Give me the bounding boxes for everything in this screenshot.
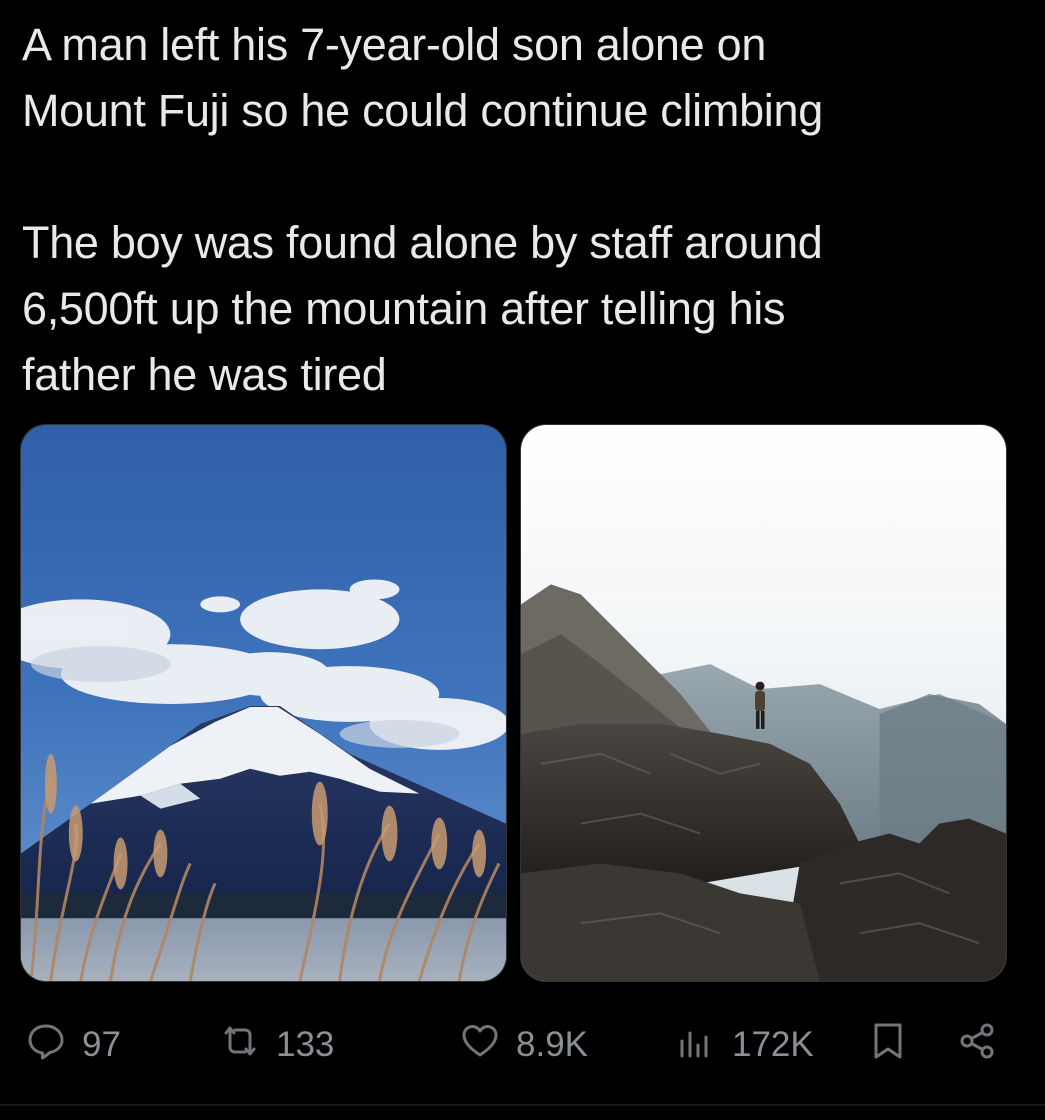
retweet-button[interactable]: 133 [218,1010,334,1080]
views-button[interactable]: 172K [674,1010,814,1080]
retweet-count: 133 [276,1025,335,1064]
tweet-text-line: father he was tired [22,349,387,400]
retweet-icon [218,1019,262,1072]
reply-count: 97 [82,1025,121,1064]
heart-icon [458,1019,502,1072]
reply-button[interactable]: 97 [24,1010,121,1080]
like-count: 8.9K [516,1025,588,1064]
tweet-text-line: Mount Fuji so he could continue climbing [22,85,823,136]
like-button[interactable]: 8.9K [458,1010,588,1080]
tweet-text: A man left his 7-year-old son alone on M… [22,12,1022,408]
divider [0,1104,1045,1106]
share-button[interactable] [956,1010,1000,1080]
views-icon [674,1019,718,1072]
tweet-action-bar: 97 133 8.9K 172K [0,1010,1045,1080]
media-photo-mount-fuji[interactable] [20,424,507,982]
bookmark-icon [866,1019,910,1072]
share-icon [956,1019,1000,1072]
tweet-text-line: The boy was found alone by staff around [22,217,823,268]
bookmark-button[interactable] [866,1010,910,1080]
media-photo-hiker-on-rocks[interactable] [520,424,1007,982]
media-grid [20,424,1007,982]
views-count: 172K [732,1025,814,1064]
tweet-text-line: A man left his 7-year-old son alone on [22,19,767,70]
tweet-text-line: 6,500ft up the mountain after telling hi… [22,283,786,334]
reply-icon [24,1019,68,1072]
